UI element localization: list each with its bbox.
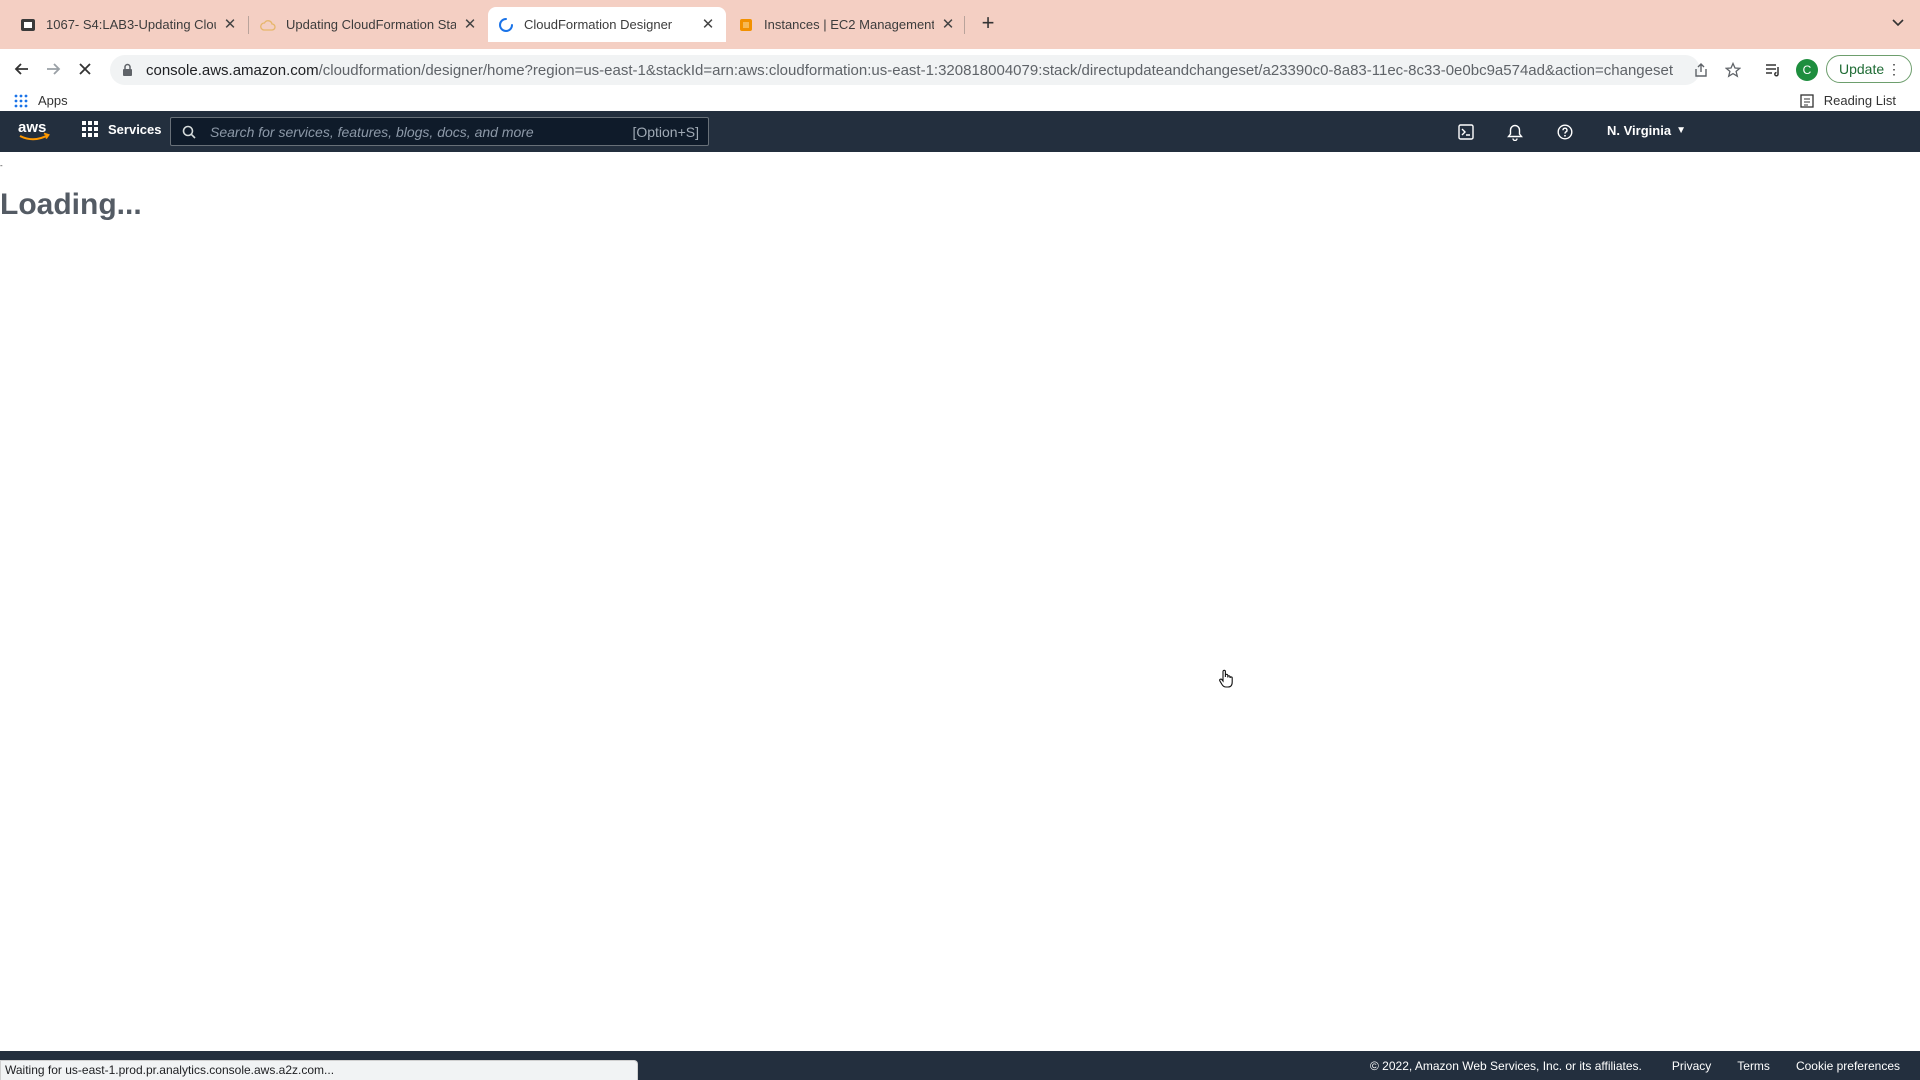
- designer-content-area: - Loading...: [0, 152, 1920, 1051]
- update-label: Update: [1839, 61, 1885, 77]
- profile-avatar[interactable]: C: [1796, 59, 1818, 81]
- cookie-preferences-link[interactable]: Cookie preferences: [1796, 1059, 1900, 1073]
- url-host: console.aws.amazon.com: [146, 61, 319, 79]
- copyright-text: © 2022, Amazon Web Services, Inc. or its…: [1370, 1059, 1642, 1073]
- aws-search-input[interactable]: [208, 122, 633, 141]
- tab-title: Instances | EC2 Management (: [764, 17, 934, 32]
- region-label: N. Virginia: [1607, 123, 1672, 138]
- new-tab-button[interactable]: +: [976, 12, 1000, 36]
- search-shortcut-hint: [Option+S]: [632, 123, 699, 140]
- share-icon[interactable]: [1692, 61, 1710, 79]
- mouse-cursor-hand-icon: [1218, 669, 1234, 689]
- aws-logo[interactable]: aws: [17, 119, 51, 143]
- region-selector[interactable]: N. Virginia ▼: [1607, 123, 1686, 138]
- close-icon[interactable]: ✕: [940, 16, 956, 33]
- ec2-icon: [738, 17, 754, 33]
- browser-tab-lab[interactable]: 1067- S4:LAB3-Updating Clou ✕: [10, 7, 248, 42]
- bookmark-star-icon[interactable]: [1724, 61, 1742, 79]
- aws-logo-text: aws: [18, 119, 46, 136]
- browser-tab-updating-stack[interactable]: Updating CloudFormation Stac ✕: [250, 7, 488, 42]
- apps-label: Apps: [38, 93, 68, 108]
- browser-toolbar: console.aws.amazon.com/cloudformation/de…: [0, 49, 1920, 91]
- lock-icon: [122, 63, 136, 77]
- services-label: Services: [108, 121, 162, 137]
- cloudshell-icon[interactable]: [1456, 122, 1476, 142]
- reading-list-icon: [1800, 93, 1814, 108]
- back-arrow-icon[interactable]: [12, 60, 32, 80]
- url-path: /cloudformation/designer/home?region=us-…: [318, 61, 1673, 79]
- help-icon[interactable]: [1555, 122, 1575, 142]
- services-grid-icon: [82, 121, 98, 137]
- browser-status-bar: Waiting for us-east-1.prod.pr.analytics.…: [0, 1060, 638, 1080]
- forward-arrow-icon[interactable]: [43, 60, 63, 80]
- apps-grid-icon: [14, 94, 28, 108]
- loading-tick-mark: -: [0, 161, 3, 170]
- kebab-menu-icon[interactable]: ⋮: [1887, 61, 1901, 77]
- close-icon[interactable]: ✕: [700, 16, 716, 33]
- terms-link[interactable]: Terms: [1737, 1059, 1770, 1073]
- loading-spinner-icon: [498, 17, 514, 33]
- url-text: console.aws.amazon.com/cloudformation/de…: [146, 62, 1673, 79]
- loading-message: Loading...: [0, 188, 142, 221]
- address-bar[interactable]: console.aws.amazon.com/cloudformation/de…: [110, 55, 1700, 85]
- tab-title: Updating CloudFormation Stac: [286, 17, 456, 32]
- reading-list-button[interactable]: Reading List: [1800, 93, 1896, 108]
- bookmarks-bar: Apps Reading List: [0, 91, 1920, 111]
- browser-tab-ec2-instances[interactable]: Instances | EC2 Management ( ✕: [728, 7, 966, 42]
- notifications-bell-icon[interactable]: [1505, 122, 1525, 142]
- cloud-icon: [260, 17, 276, 33]
- reading-list-label: Reading List: [1823, 93, 1896, 108]
- chrome-update-button[interactable]: Update ⋮: [1826, 55, 1912, 83]
- tab-search-chevron-icon[interactable]: [1890, 14, 1906, 30]
- close-icon[interactable]: ✕: [222, 16, 238, 33]
- aws-search-box[interactable]: [Option+S]: [170, 117, 709, 146]
- aws-console-header: aws Services [Option+S] N. Virginia ▼: [0, 111, 1920, 152]
- caret-down-icon: ▼: [1676, 125, 1686, 136]
- services-menu-button[interactable]: Services: [82, 121, 162, 137]
- bookmark-apps[interactable]: Apps: [14, 93, 68, 108]
- browser-tab-cloudformation-designer[interactable]: CloudFormation Designer ✕: [488, 7, 726, 42]
- privacy-link[interactable]: Privacy: [1672, 1059, 1711, 1073]
- media-queue-icon[interactable]: [1764, 61, 1782, 79]
- tab-title: 1067- S4:LAB3-Updating Clou: [46, 17, 216, 32]
- browser-tab-strip: 1067- S4:LAB3-Updating Clou ✕ Updating C…: [0, 0, 1920, 49]
- lab-icon: [20, 17, 36, 33]
- footer-links: Privacy Terms Cookie preferences: [1672, 1059, 1900, 1073]
- tab-title: CloudFormation Designer: [524, 17, 673, 32]
- search-icon: [182, 125, 198, 139]
- stop-loading-icon[interactable]: [75, 60, 95, 80]
- close-icon[interactable]: ✕: [462, 16, 478, 33]
